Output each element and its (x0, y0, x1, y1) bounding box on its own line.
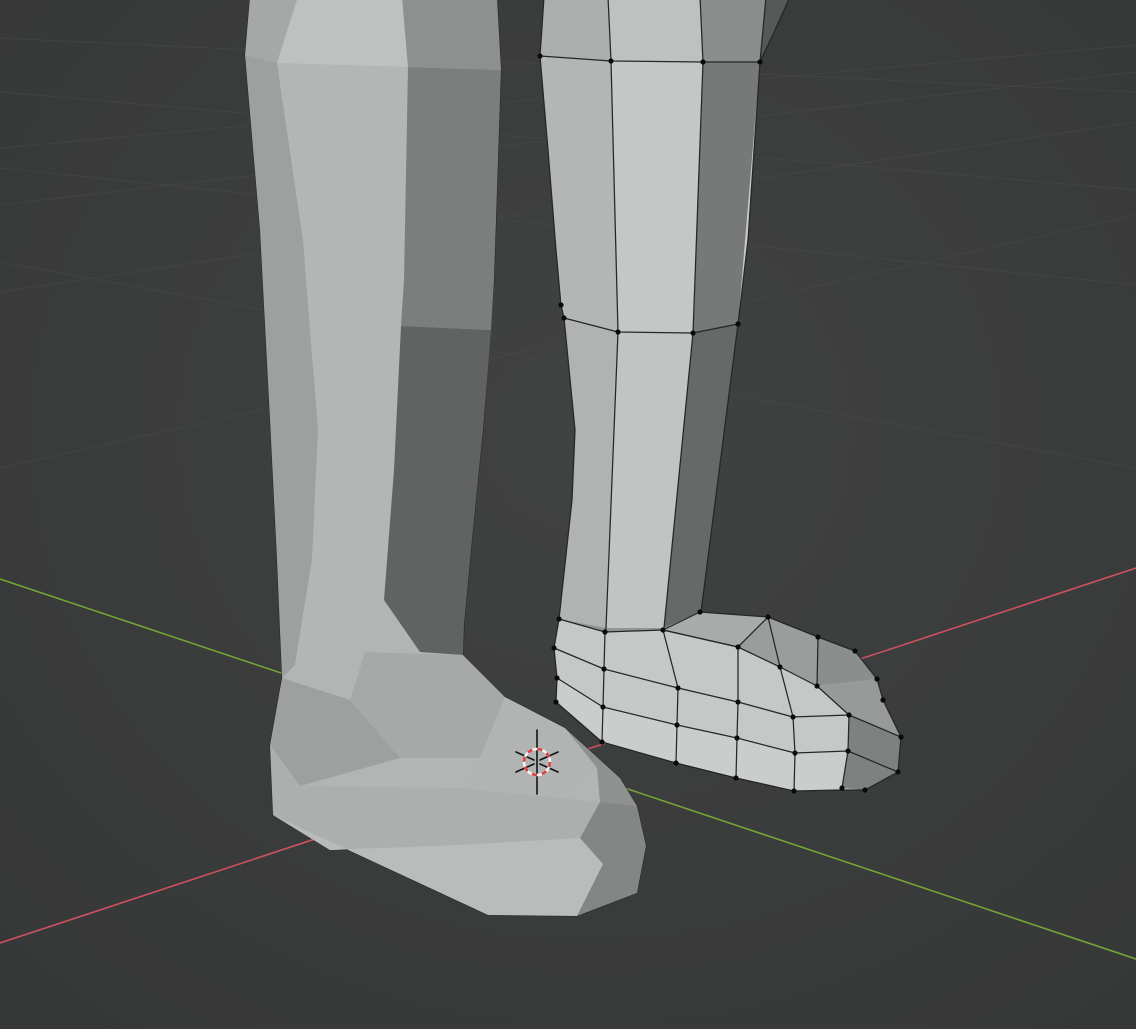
viewport-3d[interactable] (0, 0, 1136, 1029)
blender-3d-viewport-screenshot (0, 0, 1136, 1029)
